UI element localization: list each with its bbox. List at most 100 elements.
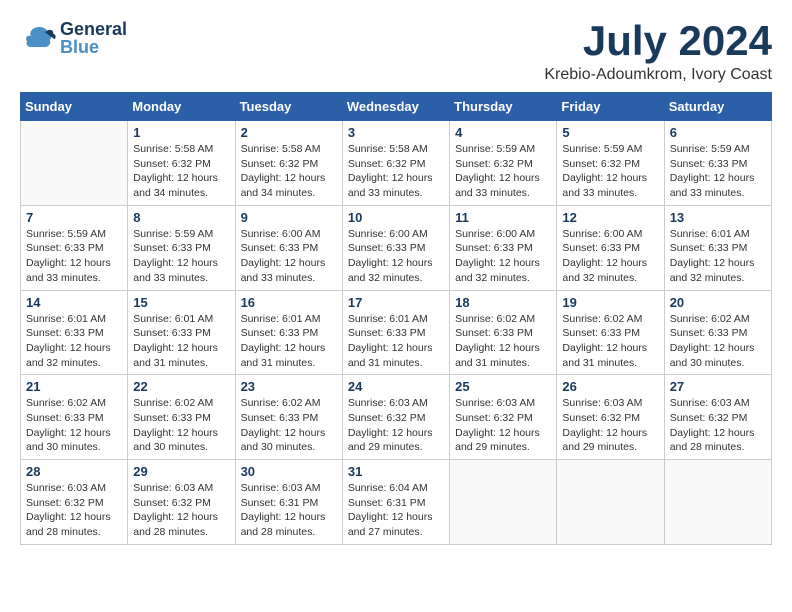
- day-header-sunday: Sunday: [21, 93, 128, 121]
- logo: General Blue: [20, 20, 127, 56]
- day-info: Sunrise: 6:01 AM Sunset: 6:33 PM Dayligh…: [26, 312, 122, 371]
- day-number: 8: [133, 210, 229, 225]
- calendar-day-cell: 30 Sunrise: 6:03 AM Sunset: 6:31 PM Dayli…: [235, 460, 342, 545]
- day-info: Sunrise: 6:01 AM Sunset: 6:33 PM Dayligh…: [670, 227, 766, 286]
- day-info: Sunrise: 6:03 AM Sunset: 6:32 PM Dayligh…: [562, 396, 658, 455]
- logo-general-text: General: [60, 20, 127, 38]
- title-section: July 2024 Krebio-Adoumkrom, Ivory Coast: [544, 20, 772, 84]
- day-info: Sunrise: 5:59 AM Sunset: 6:33 PM Dayligh…: [670, 142, 766, 201]
- day-number: 29: [133, 464, 229, 479]
- day-number: 14: [26, 295, 122, 310]
- day-info: Sunrise: 5:58 AM Sunset: 6:32 PM Dayligh…: [348, 142, 444, 201]
- day-header-tuesday: Tuesday: [235, 93, 342, 121]
- day-number: 17: [348, 295, 444, 310]
- day-info: Sunrise: 6:03 AM Sunset: 6:32 PM Dayligh…: [348, 396, 444, 455]
- calendar-week-row: 28 Sunrise: 6:03 AM Sunset: 6:32 PM Dayli…: [21, 460, 772, 545]
- calendar-day-cell: 7Sunrise: 5:59 AM Sunset: 6:33 PM Daylig…: [21, 205, 128, 290]
- day-number: 4: [455, 125, 551, 140]
- calendar-week-row: 21 Sunrise: 6:02 AM Sunset: 6:33 PM Dayli…: [21, 375, 772, 460]
- calendar-day-cell: [450, 460, 557, 545]
- calendar-day-cell: 9Sunrise: 6:00 AM Sunset: 6:33 PM Daylig…: [235, 205, 342, 290]
- month-title: July 2024: [544, 20, 772, 62]
- day-info: Sunrise: 6:02 AM Sunset: 6:33 PM Dayligh…: [133, 396, 229, 455]
- calendar-day-cell: 19 Sunrise: 6:02 AM Sunset: 6:33 PM Dayli…: [557, 290, 664, 375]
- calendar-day-cell: 13 Sunrise: 6:01 AM Sunset: 6:33 PM Dayli…: [664, 205, 771, 290]
- calendar-day-cell: [557, 460, 664, 545]
- calendar-day-cell: 2Sunrise: 5:58 AM Sunset: 6:32 PM Daylig…: [235, 121, 342, 206]
- calendar-day-cell: [664, 460, 771, 545]
- calendar-day-cell: 26Sunrise: 6:03 AM Sunset: 6:32 PM Dayli…: [557, 375, 664, 460]
- calendar-day-cell: 6 Sunrise: 5:59 AM Sunset: 6:33 PM Daylig…: [664, 121, 771, 206]
- day-number: 31: [348, 464, 444, 479]
- calendar-week-row: 1 Sunrise: 5:58 AM Sunset: 6:32 PM Daylig…: [21, 121, 772, 206]
- day-number: 1: [133, 125, 229, 140]
- calendar-day-cell: 18 Sunrise: 6:02 AM Sunset: 6:33 PM Dayli…: [450, 290, 557, 375]
- day-number: 13: [670, 210, 766, 225]
- day-info: Sunrise: 6:03 AM Sunset: 6:31 PM Dayligh…: [241, 481, 337, 540]
- day-number: 27: [670, 379, 766, 394]
- logo-name: General Blue: [60, 20, 127, 56]
- calendar-day-cell: 4 Sunrise: 5:59 AM Sunset: 6:32 PM Daylig…: [450, 121, 557, 206]
- calendar-day-cell: 12Sunrise: 6:00 AM Sunset: 6:33 PM Dayli…: [557, 205, 664, 290]
- calendar-day-cell: [21, 121, 128, 206]
- calendar-day-cell: 25 Sunrise: 6:03 AM Sunset: 6:32 PM Dayli…: [450, 375, 557, 460]
- day-number: 28: [26, 464, 122, 479]
- day-number: 10: [348, 210, 444, 225]
- logo-blue-text: Blue: [60, 38, 127, 56]
- calendar-day-cell: 15 Sunrise: 6:01 AM Sunset: 6:33 PM Dayli…: [128, 290, 235, 375]
- calendar-day-cell: 28Sunrise: 6:03 AM Sunset: 6:32 PM Dayli…: [21, 460, 128, 545]
- day-header-friday: Friday: [557, 93, 664, 121]
- calendar-day-cell: 21 Sunrise: 6:02 AM Sunset: 6:33 PM Dayli…: [21, 375, 128, 460]
- day-number: 21: [26, 379, 122, 394]
- day-info: Sunrise: 6:01 AM Sunset: 6:33 PM Dayligh…: [241, 312, 337, 371]
- day-number: 9: [241, 210, 337, 225]
- day-number: 2: [241, 125, 337, 140]
- day-info: Sunrise: 5:59 AM Sunset: 6:32 PM Dayligh…: [455, 142, 551, 201]
- day-number: 15: [133, 295, 229, 310]
- day-info: Sunrise: 6:04 AM Sunset: 6:31 PM Dayligh…: [348, 481, 444, 540]
- day-number: 24: [348, 379, 444, 394]
- calendar-week-row: 14 Sunrise: 6:01 AM Sunset: 6:33 PM Dayli…: [21, 290, 772, 375]
- calendar-day-cell: 10 Sunrise: 6:00 AM Sunset: 6:33 PM Dayli…: [342, 205, 449, 290]
- calendar-day-cell: 22Sunrise: 6:02 AM Sunset: 6:33 PM Dayli…: [128, 375, 235, 460]
- day-info: Sunrise: 6:02 AM Sunset: 6:33 PM Dayligh…: [26, 396, 122, 455]
- calendar-day-cell: 31 Sunrise: 6:04 AM Sunset: 6:31 PM Dayli…: [342, 460, 449, 545]
- calendar-table: SundayMondayTuesdayWednesdayThursdayFrid…: [20, 92, 772, 545]
- day-number: 5: [562, 125, 658, 140]
- day-info: Sunrise: 5:59 AM Sunset: 6:32 PM Dayligh…: [562, 142, 658, 201]
- calendar-day-cell: 16Sunrise: 6:01 AM Sunset: 6:33 PM Dayli…: [235, 290, 342, 375]
- day-info: Sunrise: 6:02 AM Sunset: 6:33 PM Dayligh…: [670, 312, 766, 371]
- calendar-header-row: SundayMondayTuesdayWednesdayThursdayFrid…: [21, 93, 772, 121]
- calendar-day-cell: 29 Sunrise: 6:03 AM Sunset: 6:32 PM Dayli…: [128, 460, 235, 545]
- day-number: 6: [670, 125, 766, 140]
- day-info: Sunrise: 6:02 AM Sunset: 6:33 PM Dayligh…: [455, 312, 551, 371]
- day-info: Sunrise: 6:02 AM Sunset: 6:33 PM Dayligh…: [241, 396, 337, 455]
- day-header-monday: Monday: [128, 93, 235, 121]
- day-info: Sunrise: 6:03 AM Sunset: 6:32 PM Dayligh…: [455, 396, 551, 455]
- day-info: Sunrise: 6:00 AM Sunset: 6:33 PM Dayligh…: [562, 227, 658, 286]
- day-number: 25: [455, 379, 551, 394]
- page-header: General Blue July 2024 Krebio-Adoumkrom,…: [20, 20, 772, 84]
- day-info: Sunrise: 6:03 AM Sunset: 6:32 PM Dayligh…: [670, 396, 766, 455]
- calendar-day-cell: 24 Sunrise: 6:03 AM Sunset: 6:32 PM Dayli…: [342, 375, 449, 460]
- day-number: 30: [241, 464, 337, 479]
- day-header-saturday: Saturday: [664, 93, 771, 121]
- day-number: 19: [562, 295, 658, 310]
- day-number: 18: [455, 295, 551, 310]
- calendar-day-cell: 14 Sunrise: 6:01 AM Sunset: 6:33 PM Dayli…: [21, 290, 128, 375]
- day-number: 3: [348, 125, 444, 140]
- day-info: Sunrise: 6:02 AM Sunset: 6:33 PM Dayligh…: [562, 312, 658, 371]
- calendar-day-cell: 20Sunrise: 6:02 AM Sunset: 6:33 PM Dayli…: [664, 290, 771, 375]
- calendar-day-cell: 11Sunrise: 6:00 AM Sunset: 6:33 PM Dayli…: [450, 205, 557, 290]
- calendar-day-cell: 5 Sunrise: 5:59 AM Sunset: 6:32 PM Daylig…: [557, 121, 664, 206]
- day-info: Sunrise: 6:01 AM Sunset: 6:33 PM Dayligh…: [348, 312, 444, 371]
- day-info: Sunrise: 6:03 AM Sunset: 6:32 PM Dayligh…: [133, 481, 229, 540]
- day-number: 7: [26, 210, 122, 225]
- day-info: Sunrise: 6:00 AM Sunset: 6:33 PM Dayligh…: [348, 227, 444, 286]
- calendar-day-cell: 1 Sunrise: 5:58 AM Sunset: 6:32 PM Daylig…: [128, 121, 235, 206]
- day-info: Sunrise: 5:58 AM Sunset: 6:32 PM Dayligh…: [133, 142, 229, 201]
- calendar-day-cell: 23Sunrise: 6:02 AM Sunset: 6:33 PM Dayli…: [235, 375, 342, 460]
- day-info: Sunrise: 6:01 AM Sunset: 6:33 PM Dayligh…: [133, 312, 229, 371]
- day-header-wednesday: Wednesday: [342, 93, 449, 121]
- calendar-week-row: 7Sunrise: 5:59 AM Sunset: 6:33 PM Daylig…: [21, 205, 772, 290]
